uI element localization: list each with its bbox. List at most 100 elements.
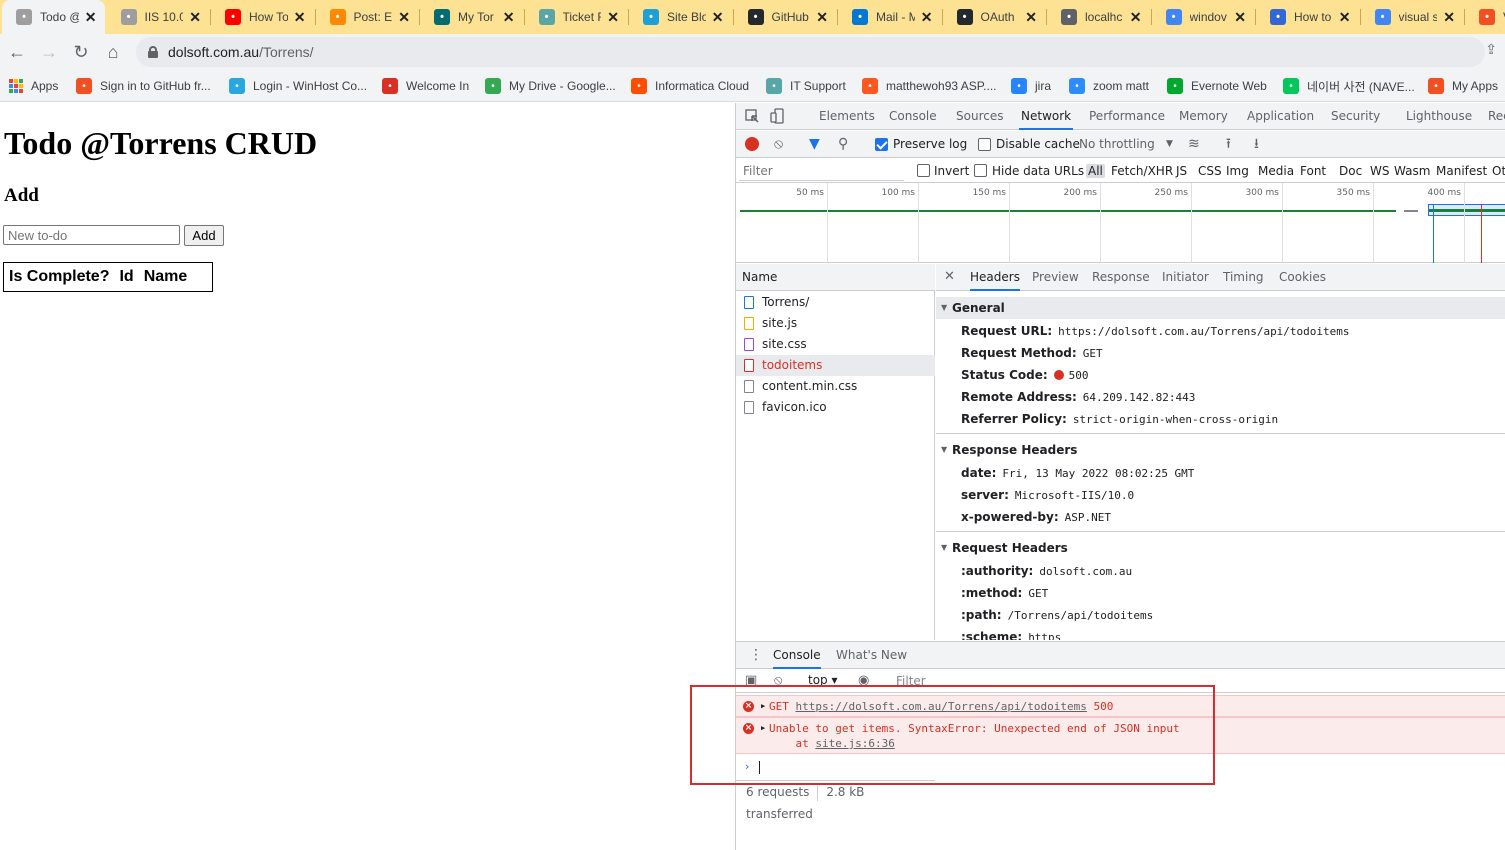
filter-type-fetchxhr[interactable]: Fetch/XHR bbox=[1111, 164, 1173, 178]
close-tab-icon[interactable]: ✕ bbox=[1339, 9, 1351, 26]
new-todo-input[interactable] bbox=[3, 225, 180, 245]
filter-type-img[interactable]: Img bbox=[1226, 164, 1249, 178]
browser-tab[interactable]: • Todo @ ✕ bbox=[2, 0, 105, 34]
devtools-tab-lighthouse[interactable]: Lighthouse bbox=[1404, 103, 1474, 130]
request-row[interactable]: content.min.css bbox=[736, 376, 935, 397]
browser-tab[interactable]: • Ticket F ✕ bbox=[525, 0, 628, 34]
devtools-tab-rec[interactable]: Rec bbox=[1486, 103, 1505, 130]
address-bar[interactable]: dolsoft.com.au/Torrens/ bbox=[136, 37, 1485, 67]
browser-tab[interactable]: • How to ✕ bbox=[1256, 0, 1359, 34]
browser-tab[interactable]: •Visua✕ bbox=[1465, 0, 1505, 34]
preserve-log-checkbox[interactable] bbox=[875, 138, 888, 151]
bookmark-item[interactable]: • Informatica Cloud bbox=[631, 76, 749, 96]
bookmark-item[interactable]: • jira bbox=[1011, 76, 1051, 96]
add-button[interactable]: Add bbox=[184, 225, 224, 246]
network-filter-input[interactable] bbox=[739, 161, 904, 181]
browser-tab[interactable]: • IIS 10.0 ✕ bbox=[107, 0, 210, 34]
filter-type-wasm[interactable]: Wasm bbox=[1394, 164, 1430, 178]
request-row[interactable]: site.js bbox=[736, 313, 935, 334]
filter-type-js[interactable]: JS bbox=[1176, 164, 1187, 178]
devtools-tab-memory[interactable]: Memory bbox=[1177, 103, 1230, 130]
detail-tab-cookies[interactable]: Cookies bbox=[1279, 264, 1326, 291]
bookmark-item[interactable]: • 네이버 사전 (NAVE... bbox=[1283, 76, 1415, 96]
bookmark-item[interactable]: • Sign in to GitHub fr... bbox=[76, 76, 211, 96]
filter-type-doc[interactable]: Doc bbox=[1339, 164, 1362, 178]
close-tab-icon[interactable]: ✕ bbox=[921, 9, 933, 26]
browser-tab[interactable]: • windov ✕ bbox=[1152, 0, 1255, 34]
drawer-tab-whats-new[interactable]: What's New bbox=[836, 642, 907, 669]
back-arrow-icon[interactable]: ← bbox=[5, 40, 29, 64]
detail-tab-headers[interactable]: Headers bbox=[970, 264, 1020, 291]
browser-tab[interactable]: • How To ✕ bbox=[211, 0, 314, 34]
clear-icon[interactable]: ⦸ bbox=[774, 136, 783, 152]
close-tab-icon[interactable]: ✕ bbox=[1130, 9, 1142, 26]
close-tab-icon[interactable]: ✕ bbox=[1234, 9, 1246, 26]
browser-tab[interactable]: • GitHub ✕ bbox=[734, 0, 837, 34]
filter-type-all[interactable]: All bbox=[1086, 164, 1105, 178]
browser-tab[interactable]: • My Tor ✕ bbox=[420, 0, 523, 34]
request-row[interactable]: site.css bbox=[736, 334, 935, 355]
close-tab-icon[interactable]: ✕ bbox=[398, 9, 410, 26]
devtools-tab-security[interactable]: Security bbox=[1329, 103, 1382, 130]
detail-tab-response[interactable]: Response bbox=[1092, 264, 1150, 291]
bookmark-item[interactable]: • IT Support bbox=[766, 76, 846, 96]
section-general[interactable]: General bbox=[936, 297, 1505, 319]
browser-tab[interactable]: • localhc ✕ bbox=[1047, 0, 1150, 34]
devtools-tab-application[interactable]: Application bbox=[1245, 103, 1316, 130]
device-toolbar-icon[interactable] bbox=[770, 108, 786, 124]
devtools-tab-sources[interactable]: Sources bbox=[954, 103, 1005, 130]
detail-tab-timing[interactable]: Timing bbox=[1223, 264, 1264, 291]
request-row[interactable]: todoitems bbox=[736, 355, 935, 376]
browser-tab[interactable]: • Mail - M ✕ bbox=[838, 0, 941, 34]
section-response-headers[interactable]: Response Headers bbox=[936, 439, 1505, 461]
browser-tab[interactable]: • Post: Ec ✕ bbox=[316, 0, 419, 34]
detail-tab-initiator[interactable]: Initiator bbox=[1162, 264, 1209, 291]
filter-type-media[interactable]: Media bbox=[1258, 164, 1294, 178]
reload-icon[interactable]: ↻ bbox=[69, 40, 93, 64]
close-tab-icon[interactable]: ✕ bbox=[816, 9, 828, 26]
share-icon[interactable]: ⇪ bbox=[1485, 41, 1497, 58]
record-icon[interactable] bbox=[745, 137, 759, 151]
import-har-icon[interactable]: ⭱ bbox=[1226, 136, 1231, 152]
devtools-tab-network[interactable]: Network bbox=[1019, 103, 1074, 130]
search-icon[interactable]: ⚲ bbox=[838, 136, 848, 152]
bookmark-item[interactable]: • Evernote Web bbox=[1167, 76, 1267, 96]
disable-cache-checkbox[interactable] bbox=[978, 138, 991, 151]
close-icon[interactable]: ✕ bbox=[944, 269, 955, 284]
bookmark-item[interactable]: • My Apps bbox=[1428, 76, 1498, 96]
invert-checkbox[interactable] bbox=[917, 164, 930, 177]
request-row[interactable]: Torrens/ bbox=[736, 292, 935, 313]
forward-arrow-icon[interactable]: → bbox=[37, 40, 61, 64]
requests-name-header[interactable]: Name bbox=[736, 264, 935, 291]
bookmark-item[interactable]: • My Drive - Google... bbox=[485, 76, 616, 96]
home-icon[interactable]: ⌂ bbox=[101, 40, 125, 64]
hide-data-urls-checkbox[interactable] bbox=[974, 164, 987, 177]
devtools-tab-performance[interactable]: Performance bbox=[1087, 103, 1167, 130]
browser-tab[interactable]: • Site Blo ✕ bbox=[629, 0, 732, 34]
chevron-down-icon[interactable]: ▼ bbox=[1166, 136, 1173, 152]
close-tab-icon[interactable]: ✕ bbox=[1443, 9, 1455, 26]
request-row[interactable]: favicon.ico bbox=[736, 397, 935, 418]
close-tab-icon[interactable]: ✕ bbox=[1025, 9, 1037, 26]
bookmark-item[interactable]: • Login - WinHost Co... bbox=[229, 76, 367, 96]
filter-type-font[interactable]: Font bbox=[1300, 164, 1326, 178]
export-har-icon[interactable]: ⭳ bbox=[1254, 136, 1259, 152]
close-tab-icon[interactable]: ✕ bbox=[712, 9, 724, 26]
detail-tab-preview[interactable]: Preview bbox=[1032, 264, 1079, 291]
bookmark-item[interactable]: • Welcome In bbox=[382, 76, 469, 96]
browser-tab[interactable]: • visual s ✕ bbox=[1361, 0, 1464, 34]
more-vertical-icon[interactable]: ⋮ bbox=[749, 647, 763, 663]
close-tab-icon[interactable]: ✕ bbox=[503, 9, 515, 26]
network-conditions-icon[interactable]: ≋ bbox=[1188, 136, 1200, 152]
throttling-select[interactable]: No throttling bbox=[1079, 137, 1155, 151]
devtools-tab-elements[interactable]: Elements bbox=[817, 103, 877, 130]
section-request-headers[interactable]: Request Headers bbox=[936, 537, 1505, 559]
bookmark-item[interactable]: • matthewoh93 ASP.... bbox=[862, 76, 997, 96]
filter-type-css[interactable]: CSS bbox=[1198, 164, 1222, 178]
filter-type-ws[interactable]: WS bbox=[1370, 164, 1389, 178]
filter-type-ot[interactable]: Ot bbox=[1492, 164, 1505, 178]
close-tab-icon[interactable]: ✕ bbox=[294, 9, 306, 26]
inspect-element-icon[interactable] bbox=[744, 108, 760, 124]
filter-icon[interactable]: ▼ bbox=[809, 136, 820, 152]
bookmark-item[interactable]: • zoom matt bbox=[1069, 76, 1149, 96]
